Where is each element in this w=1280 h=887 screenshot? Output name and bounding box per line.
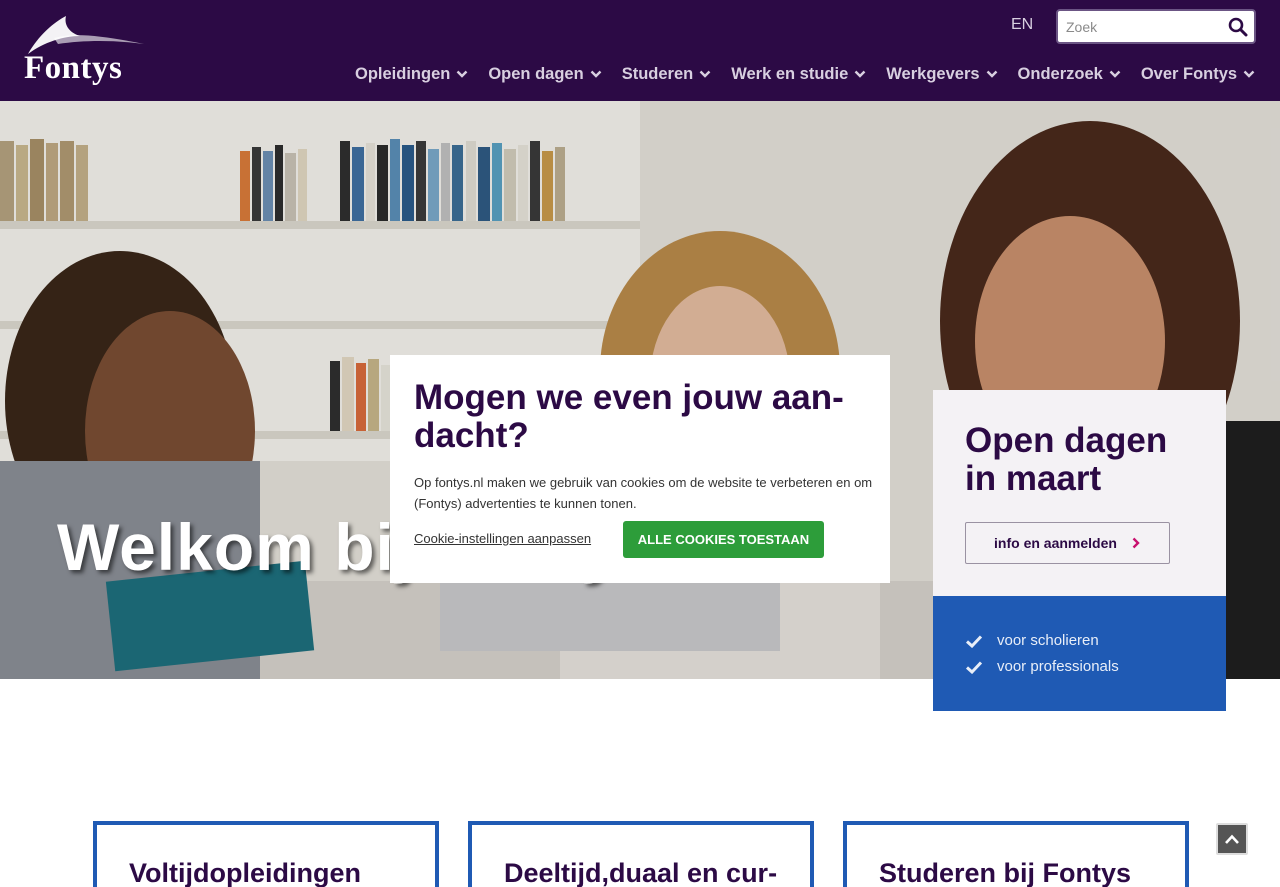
- card-title: Deeltijd,duaal en cur-: [504, 858, 778, 887]
- site-header: Fontys EN Opleidingen Open dagen Studere…: [0, 0, 1280, 101]
- search-icon: [1228, 17, 1248, 37]
- card-deeltijd-duaal[interactable]: Deeltijd,duaal en cur-: [468, 821, 814, 887]
- nav-item-label: Open dagen: [488, 64, 584, 83]
- card-studeren-bij-fontys[interactable]: Studeren bij Fontys: [843, 821, 1189, 887]
- chevron-down-icon: [590, 70, 602, 78]
- chevron-down-icon: [1109, 70, 1121, 78]
- info-aanmelden-label: info en aanmelden: [994, 535, 1117, 551]
- card-voltijdopleidingen[interactable]: Voltijdopleidingen: [93, 821, 439, 887]
- main-navigation: Opleidingen Open dagen Studeren Werk en …: [355, 62, 1275, 86]
- open-dagen-title: Open dagen in maart: [965, 421, 1168, 498]
- accept-all-cookies-button[interactable]: ALLE COOKIES TOESTAAN: [623, 521, 824, 558]
- link-voor-scholieren[interactable]: voor scholieren: [965, 632, 1099, 649]
- nav-item-label: Onderzoek: [1017, 64, 1103, 83]
- chevron-down-icon: [1243, 70, 1255, 78]
- check-icon: [965, 660, 983, 674]
- link-label: voor professionals: [997, 658, 1119, 675]
- cookie-dialog-text: Op fontys.nl maken we gebruik van cookie…: [414, 475, 873, 511]
- open-dagen-card: Open dagen in maart info en aanmelden: [933, 390, 1226, 596]
- link-voor-professionals[interactable]: voor professionals: [965, 658, 1119, 675]
- info-aanmelden-button[interactable]: info en aanmelden: [965, 522, 1170, 564]
- check-icon: [965, 634, 983, 648]
- link-label: voor scholieren: [997, 632, 1099, 649]
- cookie-settings-link[interactable]: Cookie-instellingen aanpassen: [414, 531, 591, 546]
- search-button[interactable]: [1228, 17, 1248, 37]
- fontys-logo[interactable]: Fontys: [24, 14, 148, 88]
- card-title: Voltijdopleidingen: [129, 858, 361, 887]
- nav-item-opleidingen[interactable]: Opleidingen: [355, 62, 468, 86]
- nav-item-over-fontys[interactable]: Over Fontys: [1141, 62, 1255, 86]
- nav-item-label: Werk en studie: [731, 64, 849, 83]
- nav-item-studeren[interactable]: Studeren: [622, 62, 712, 86]
- open-dagen-links: voor scholieren voor professionals: [933, 596, 1226, 711]
- back-to-top-button[interactable]: [1216, 823, 1248, 855]
- nav-item-label: Over Fontys: [1140, 64, 1238, 83]
- nav-item-label: Studeren: [621, 64, 694, 83]
- language-switch-en[interactable]: EN: [1011, 16, 1033, 34]
- search-box: [1056, 9, 1256, 44]
- nav-item-werk-en-studie[interactable]: Werk en studie: [731, 62, 866, 86]
- nav-item-onderzoek[interactable]: Onderzoek: [1018, 62, 1121, 86]
- chevron-right-icon: [1132, 537, 1140, 549]
- search-input[interactable]: [1066, 18, 1226, 36]
- logo-wordmark: Fontys: [24, 50, 123, 86]
- chevron-down-icon: [456, 70, 468, 78]
- chevron-down-icon: [986, 70, 997, 78]
- card-title: Studeren bij Fontys: [879, 858, 1132, 887]
- nav-item-label: Opleidingen: [355, 64, 451, 83]
- cookie-dialog-title: Mogen we even jouw aan-dacht?: [414, 378, 844, 455]
- chevron-down-icon: [699, 70, 711, 78]
- chevron-up-icon: [1225, 834, 1239, 844]
- chevron-down-icon: [854, 70, 866, 78]
- nav-item-label: Werkgevers: [886, 64, 980, 83]
- nav-item-open-dagen[interactable]: Open dagen: [488, 62, 602, 86]
- nav-item-werkgevers[interactable]: Werkgevers: [886, 62, 997, 86]
- cookie-dialog: Mogen we even jouw aan-dacht? Op fontys.…: [390, 355, 890, 583]
